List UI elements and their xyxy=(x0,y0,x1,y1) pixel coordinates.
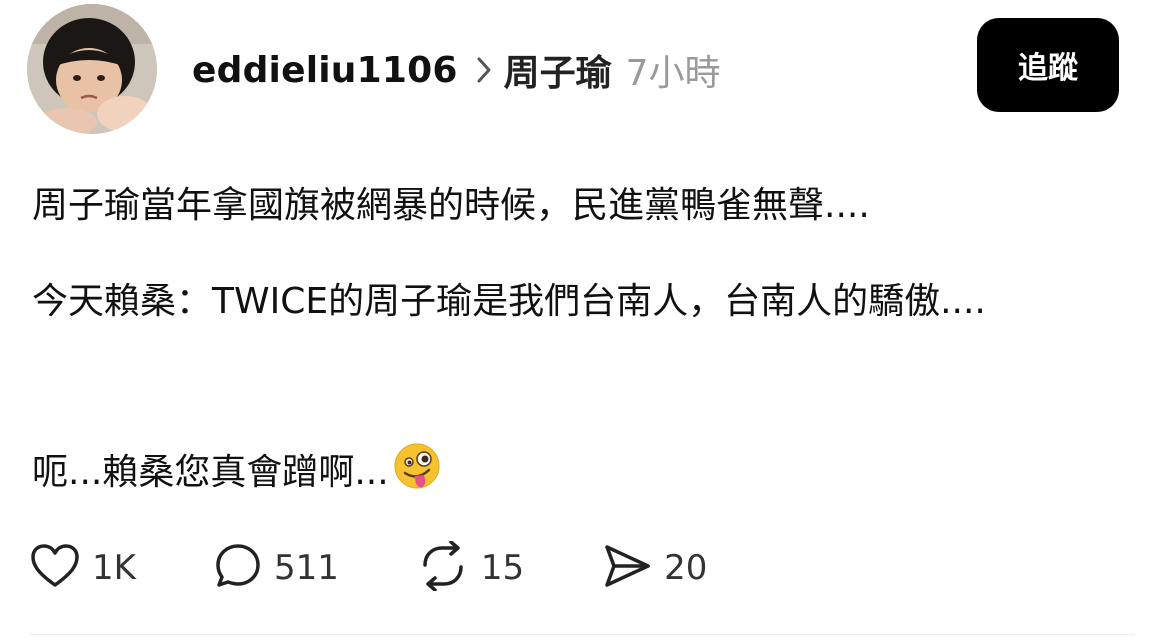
post-header: eddieliu1106 周子瑜 7小時 xyxy=(192,42,721,98)
zany-face-icon xyxy=(393,442,441,503)
comment-count: 511 xyxy=(273,548,339,588)
share-button[interactable]: 20 xyxy=(602,542,707,594)
like-button[interactable]: 1K xyxy=(30,543,136,593)
share-count: 20 xyxy=(664,548,708,588)
repost-icon xyxy=(417,540,469,595)
action-bar: 1K 511 15 20 xyxy=(30,540,785,596)
avatar-image xyxy=(27,4,157,134)
post-paragraph-last: 呃...賴桑您真會蹭啊... xyxy=(32,442,441,503)
post-paragraph: 今天賴桑：TWICE的周子瑜是我們台南人，台南人的驕傲.... xyxy=(32,281,986,322)
repost-count: 15 xyxy=(480,548,525,588)
follow-button[interactable]: 追蹤 xyxy=(977,18,1119,112)
post-timestamp: 7小時 xyxy=(625,53,721,94)
like-count: 1K xyxy=(92,548,136,588)
topic-tag-link[interactable]: 周子瑜 xyxy=(504,44,612,96)
send-icon xyxy=(602,542,652,594)
divider xyxy=(30,634,1135,635)
chevron-right-icon xyxy=(476,56,492,84)
comment-button[interactable]: 511 xyxy=(214,542,339,594)
username-link[interactable]: eddieliu1106 xyxy=(192,50,458,91)
comment-icon xyxy=(214,542,262,594)
threads-post: eddieliu1106 周子瑜 7小時 追蹤 周子瑜當年拿國旗被網暴的時候，民… xyxy=(0,0,1165,638)
repost-button[interactable]: 15 xyxy=(417,540,525,595)
post-paragraph: 周子瑜當年拿國旗被網暴的時候，民進黨鴨雀無聲.... xyxy=(32,185,870,226)
avatar[interactable] xyxy=(27,4,157,134)
heart-icon xyxy=(30,543,80,593)
post-paragraph-text: 呃...賴桑您真會蹭啊... xyxy=(32,451,389,493)
